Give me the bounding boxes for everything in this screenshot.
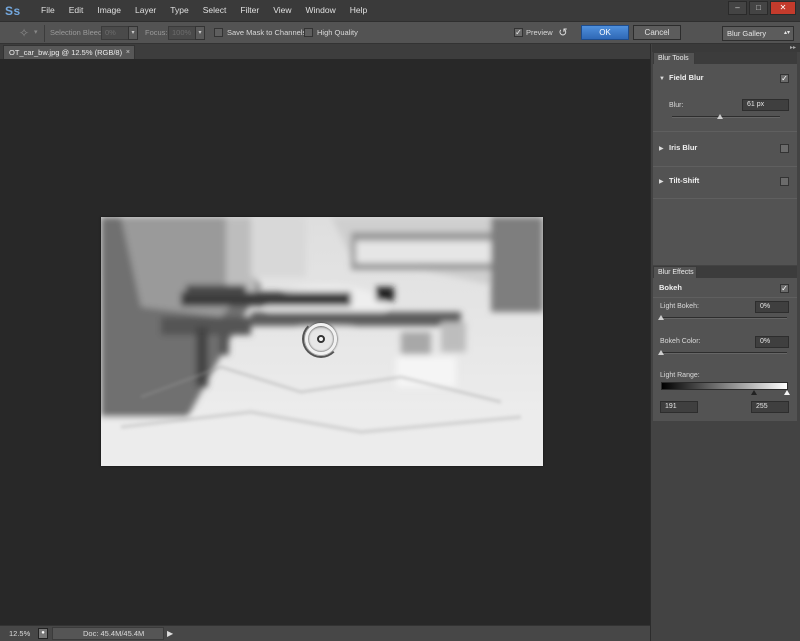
pin-icon[interactable]: ✧ <box>16 25 32 41</box>
preview-checkbox[interactable]: ✓ <box>514 28 523 37</box>
blur-slider-track[interactable] <box>672 116 780 118</box>
chevron-updown-icon: ▴▾ <box>783 30 790 36</box>
light-range-low-field[interactable]: 191 <box>660 401 698 413</box>
preview-label: Preview <box>526 28 553 37</box>
light-bokeh-field[interactable]: 0% <box>755 301 789 313</box>
selection-bleed-dropdown[interactable]: ▾ <box>128 26 138 40</box>
blur-amount-label: Blur: <box>669 102 684 109</box>
blur-effects-panel: Bokeh ✓ Light Bokeh: 0% Bokeh Color: 0% … <box>653 278 797 421</box>
menu-image[interactable]: Image <box>90 0 128 21</box>
options-bar: ✧ ▾ Selection Bleed: 0% ▾ Focus: 100% ▾ … <box>0 21 800 44</box>
reset-icon[interactable]: ↺ <box>556 26 570 40</box>
tab-blur-tools[interactable]: Blur Tools <box>653 52 695 64</box>
expand-triangle-icon[interactable]: ▼ <box>659 72 669 86</box>
collapse-icon[interactable]: ▸▸ <box>652 44 800 52</box>
menu-layer[interactable]: Layer <box>128 0 163 21</box>
document-size: Doc: 45.4M/45.4M <box>52 627 164 640</box>
blur-tools-tabbar: Blur Tools <box>653 52 797 64</box>
divider <box>653 131 797 132</box>
blur-effects-tabbar: Blur Effects <box>653 266 797 278</box>
status-menu-arrow[interactable]: ▶ <box>167 628 173 640</box>
bokeh-color-label: Bokeh Color: <box>660 338 701 345</box>
selection-bleed-field[interactable]: 0% <box>101 26 129 40</box>
menu-bar: Ss File Edit Image Layer Type Select Fil… <box>0 0 800 21</box>
close-button[interactable]: ✕ <box>770 1 796 15</box>
divider <box>44 25 45 42</box>
tilt-shift-header[interactable]: ▶ Tilt-Shift <box>653 174 797 188</box>
field-blur-checkbox[interactable]: ✓ <box>780 74 789 83</box>
document-info-icon[interactable]: ● <box>38 628 48 639</box>
maximize-button[interactable]: □ <box>749 1 768 15</box>
iris-blur-checkbox[interactable] <box>780 144 789 153</box>
save-mask-label: Save Mask to Channels <box>227 28 307 37</box>
high-quality-checkbox[interactable] <box>304 28 313 37</box>
bokeh-color-slider-track[interactable] <box>661 352 787 354</box>
chevron-down-icon[interactable]: ▾ <box>34 26 38 40</box>
menu-type[interactable]: Type <box>163 0 195 21</box>
field-blur-label: Field Blur <box>669 73 704 82</box>
light-bokeh-slider-track[interactable] <box>661 317 787 319</box>
divider <box>653 198 797 199</box>
close-tab-icon[interactable]: × <box>126 46 130 60</box>
cancel-button[interactable]: Cancel <box>633 25 681 40</box>
menu-view[interactable]: View <box>266 0 298 21</box>
focus-label: Focus: <box>145 28 168 37</box>
light-bokeh-label: Light Bokeh: <box>660 303 699 310</box>
menu-filter[interactable]: Filter <box>233 0 266 21</box>
save-mask-checkbox[interactable] <box>214 28 223 37</box>
bokeh-color-slider-thumb[interactable] <box>658 350 664 355</box>
bokeh-header: Bokeh <box>659 283 682 292</box>
divider <box>653 297 797 298</box>
minimize-button[interactable]: – <box>728 1 747 15</box>
canvas-area[interactable] <box>0 59 650 625</box>
light-range-label: Light Range: <box>660 372 700 379</box>
status-bar: 12.5% ● Doc: 45.4M/45.4M ▶ <box>0 625 650 641</box>
app-logo: Ss <box>5 3 21 18</box>
blur-pin-handle[interactable] <box>302 320 340 358</box>
expand-triangle-icon[interactable]: ▶ <box>659 175 669 189</box>
blur-slider-thumb[interactable] <box>716 114 723 119</box>
zoom-level[interactable]: 12.5% <box>4 627 34 640</box>
menu-window[interactable]: Window <box>298 0 342 21</box>
workspace-select[interactable]: Blur Gallery ▴▾ <box>722 26 794 41</box>
light-range-high-field[interactable]: 255 <box>751 401 789 413</box>
light-range-high-stop[interactable] <box>784 390 790 395</box>
window-controls: – □ ✕ <box>728 1 796 15</box>
blur-amount-field[interactable]: 61 px <box>742 99 789 111</box>
high-quality-label: High Quality <box>317 28 358 37</box>
blur-tools-panel: ▼ Field Blur ✓ Blur: 61 px ▶ Iris Blur ▶ Ti… <box>653 64 797 265</box>
light-range-gradient[interactable] <box>661 382 788 390</box>
document-tab-bar: OT_car_bw.jpg @ 12.5% (RGB/8) × <box>0 44 650 59</box>
document-tab-title: OT_car_bw.jpg @ 12.5% (RGB/8) <box>9 48 123 57</box>
pin-center-icon[interactable] <box>317 335 325 343</box>
tilt-shift-label: Tilt-Shift <box>669 176 700 185</box>
light-range-low-stop[interactable] <box>751 390 757 395</box>
light-bokeh-slider-thumb[interactable] <box>658 315 664 320</box>
tilt-shift-checkbox[interactable] <box>780 177 789 186</box>
iris-blur-label: Iris Blur <box>669 143 698 152</box>
focus-field[interactable]: 100% <box>168 26 196 40</box>
divider <box>653 166 797 167</box>
menu-file[interactable]: File <box>34 0 62 21</box>
document-tab[interactable]: OT_car_bw.jpg @ 12.5% (RGB/8) × <box>3 45 135 59</box>
selection-bleed-label: Selection Bleed: <box>50 28 105 37</box>
bokeh-checkbox[interactable]: ✓ <box>780 284 789 293</box>
menu-edit[interactable]: Edit <box>62 0 91 21</box>
menu-help[interactable]: Help <box>343 0 374 21</box>
tab-blur-effects[interactable]: Blur Effects <box>653 266 697 278</box>
field-blur-header[interactable]: ▼ Field Blur <box>653 71 797 85</box>
expand-triangle-icon[interactable]: ▶ <box>659 142 669 156</box>
menu-select[interactable]: Select <box>196 0 234 21</box>
bokeh-color-field[interactable]: 0% <box>755 336 789 348</box>
iris-blur-header[interactable]: ▶ Iris Blur <box>653 141 797 155</box>
document-image[interactable] <box>101 217 543 466</box>
workspace-select-value: Blur Gallery <box>727 29 767 38</box>
focus-dropdown[interactable]: ▾ <box>195 26 205 40</box>
ok-button[interactable]: OK <box>581 25 629 40</box>
